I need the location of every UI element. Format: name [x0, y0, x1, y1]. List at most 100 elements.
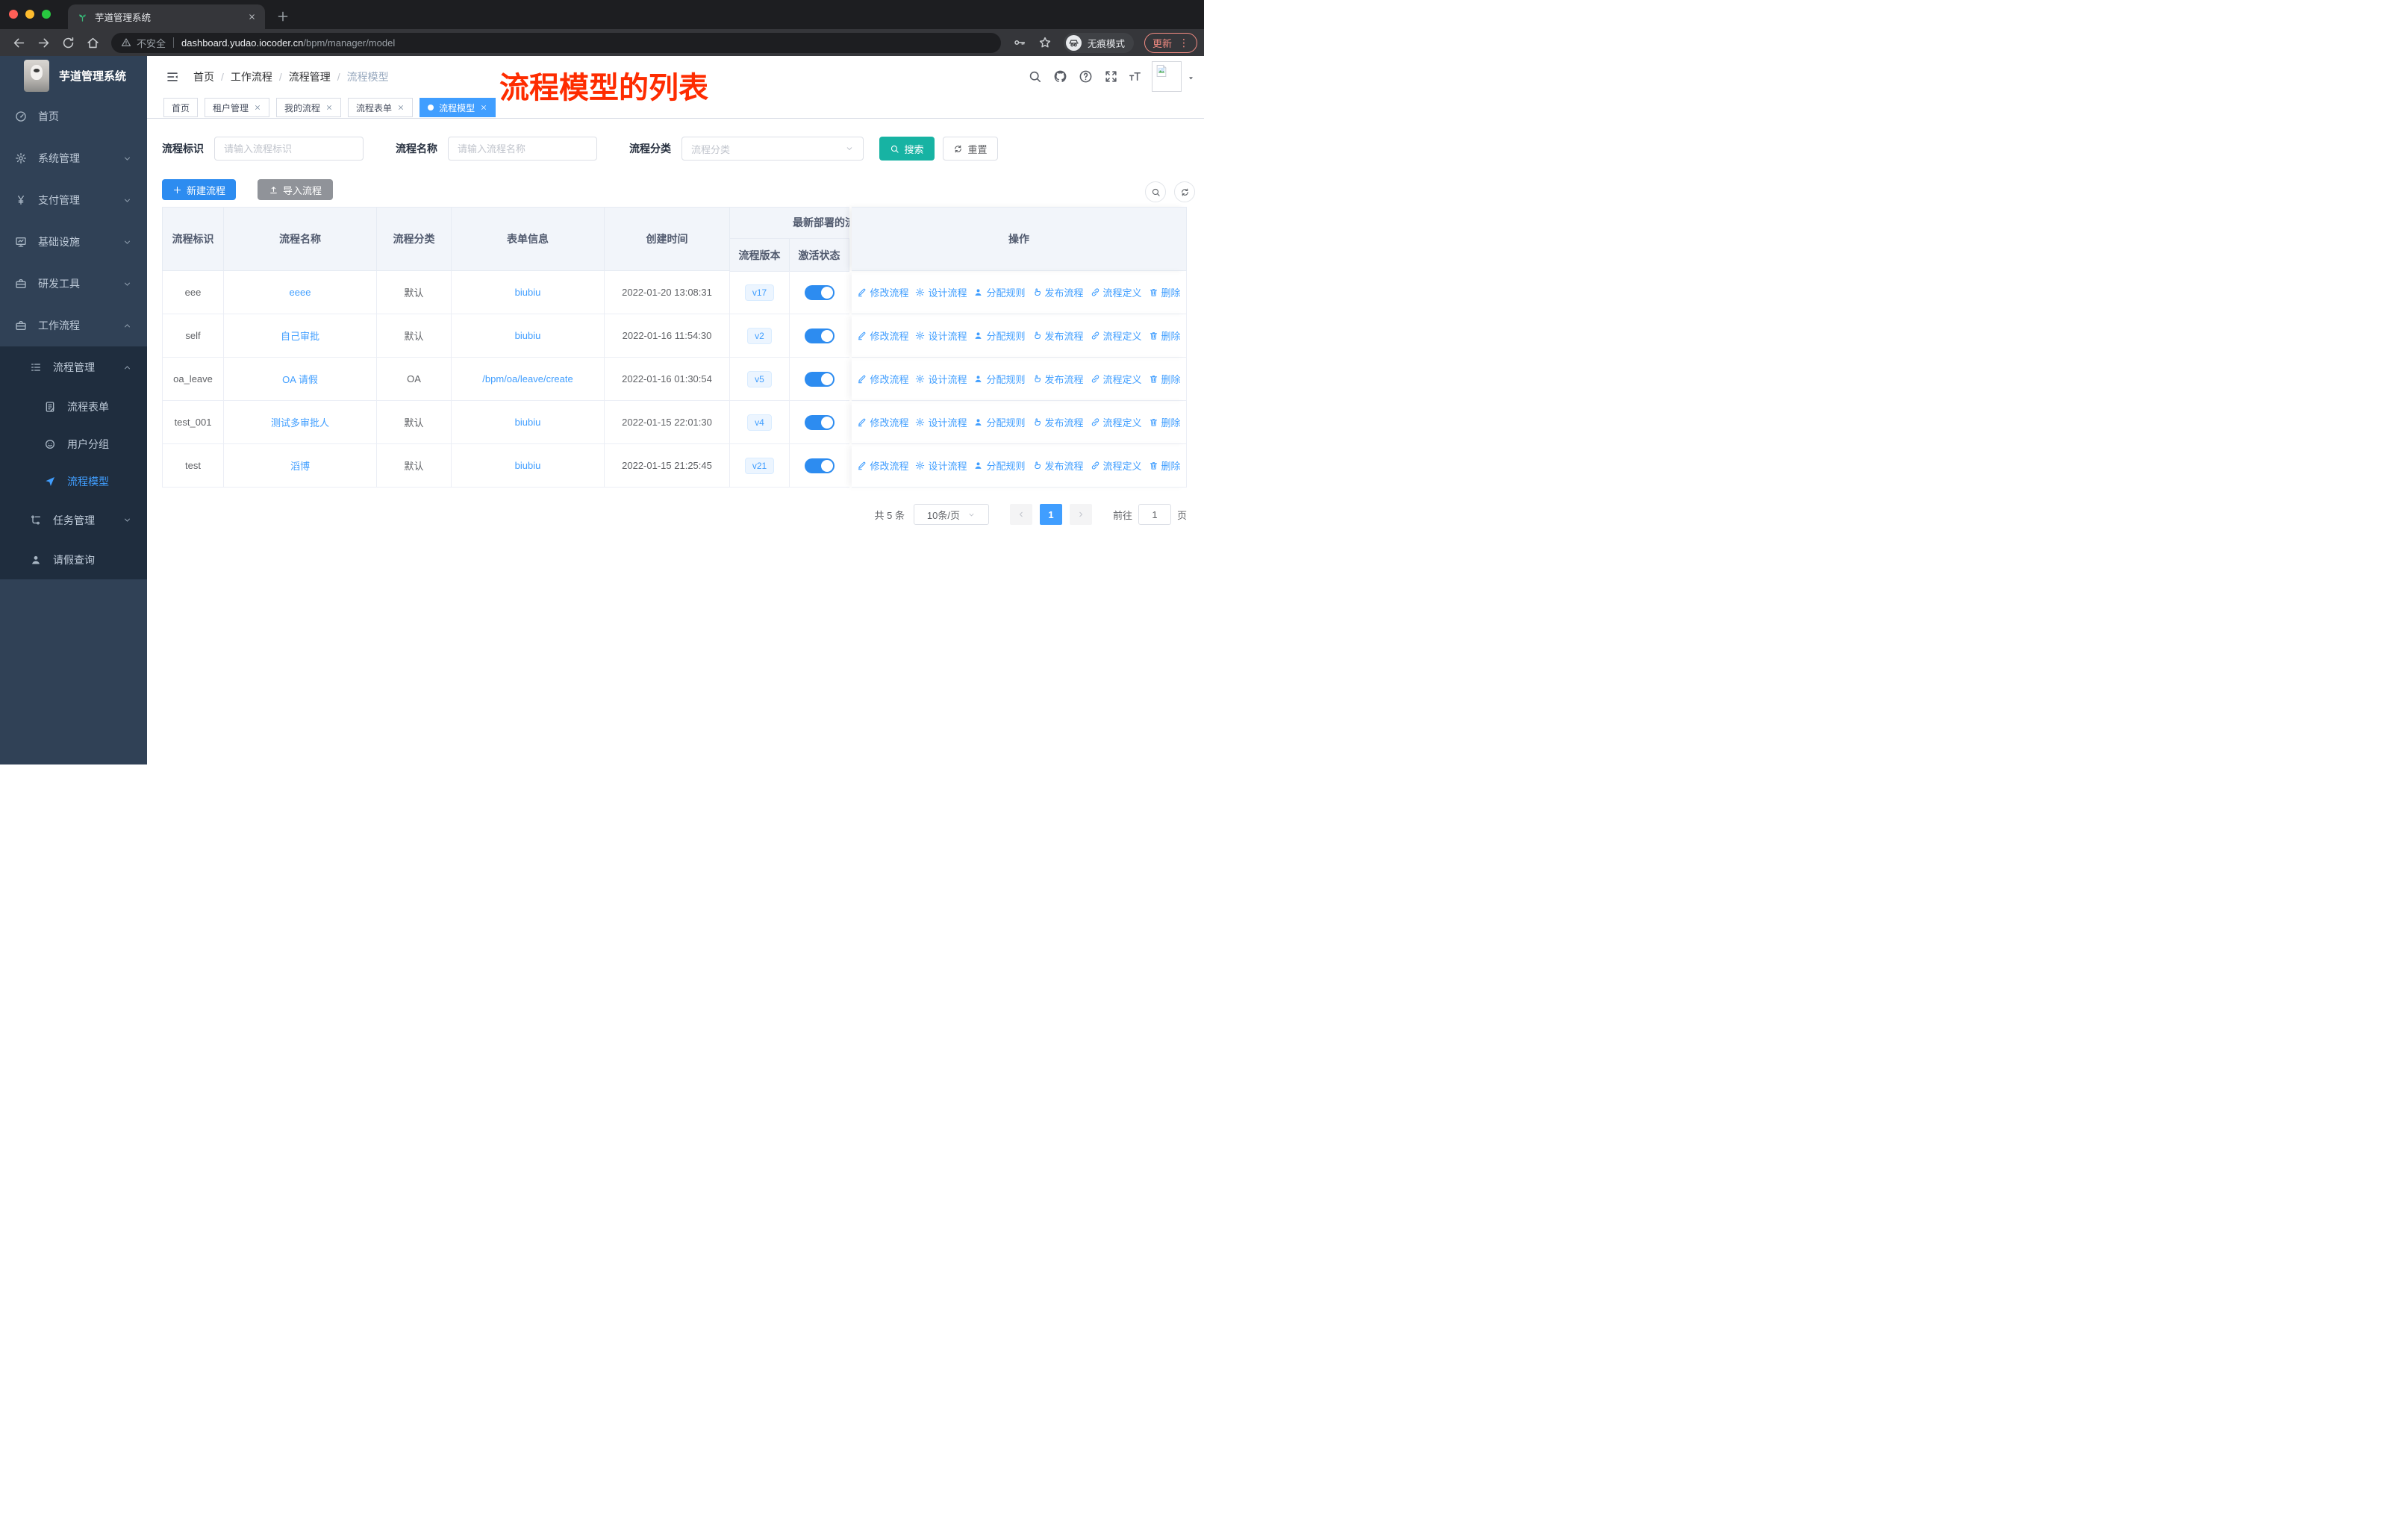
action-design-link[interactable]: 设计流程 [915, 415, 967, 429]
active-toggle[interactable] [805, 458, 835, 473]
action-edit-link[interactable]: 修改流程 [857, 458, 908, 473]
new-tab-button[interactable] [275, 8, 291, 25]
password-key-icon[interactable] [1013, 36, 1026, 49]
sidebar-item-process-model[interactable]: 流程模型 [0, 463, 147, 500]
action-design-link[interactable]: 设计流程 [915, 458, 967, 473]
browser-menu-icon[interactable]: ⋮ [1179, 37, 1189, 49]
form-info-link[interactable]: biubiu [515, 417, 541, 428]
action-publish-link[interactable]: 发布流程 [1032, 415, 1084, 429]
sidebar-item-task-mgmt[interactable]: 任务管理 [0, 500, 147, 540]
breadcrumb-home[interactable]: 首页 [193, 69, 214, 84]
sidebar-item-user-group[interactable]: 用户分组 [0, 426, 147, 463]
forward-icon[interactable] [37, 36, 51, 50]
sidebar-item-infra[interactable]: 基础设施 [0, 221, 147, 263]
font-size-icon[interactable] [1128, 69, 1142, 84]
window-controls[interactable] [9, 10, 51, 19]
minimize-window-button[interactable] [25, 10, 34, 19]
tab-process-form[interactable]: 流程表单 [348, 98, 414, 117]
prev-page-button[interactable] [1009, 504, 1032, 525]
close-icon[interactable] [254, 104, 261, 111]
zoom-window-button[interactable] [42, 10, 51, 19]
close-tab-icon[interactable] [248, 13, 256, 21]
tab-process-model[interactable]: 流程模型 [419, 98, 496, 117]
import-process-button[interactable]: 导入流程 [258, 179, 333, 200]
action-design-link[interactable]: 设计流程 [915, 328, 967, 343]
address-bar[interactable]: 不安全 dashboard.yudao.iocoder.cn/bpm/manag… [111, 32, 1001, 53]
next-page-button[interactable] [1069, 504, 1092, 525]
active-toggle[interactable] [805, 328, 835, 343]
action-definition-link[interactable]: 流程定义 [1091, 285, 1142, 299]
action-delete-link[interactable]: 删除 [1149, 458, 1181, 473]
close-icon[interactable] [325, 104, 333, 111]
action-assign-rule-link[interactable]: 分配规则 [973, 458, 1026, 473]
action-assign-rule-link[interactable]: 分配规则 [973, 415, 1026, 429]
tab-my-process[interactable]: 我的流程 [276, 98, 342, 117]
filter-name-input[interactable] [448, 137, 597, 161]
active-toggle[interactable] [805, 371, 835, 387]
collapse-sidebar-icon[interactable] [166, 70, 179, 84]
reset-button[interactable]: 重置 [943, 137, 998, 161]
sidebar-item-process-form[interactable]: 流程表单 [0, 388, 147, 426]
model-name-link[interactable]: OA 请假 [282, 372, 318, 386]
active-toggle[interactable] [805, 414, 835, 430]
sidebar-item-system[interactable]: 系统管理 [0, 137, 147, 179]
sidebar-item-workflow[interactable]: 工作流程 [0, 305, 147, 346]
tab-home[interactable]: 首页 [163, 98, 199, 117]
reload-icon[interactable] [61, 36, 75, 50]
breadcrumb-workflow[interactable]: 工作流程 [231, 69, 272, 84]
action-publish-link[interactable]: 发布流程 [1032, 328, 1084, 343]
action-edit-link[interactable]: 修改流程 [857, 372, 908, 386]
page-size-select[interactable]: 10条/页 [913, 504, 989, 525]
active-toggle[interactable] [805, 284, 835, 300]
browser-tab[interactable]: 芋道管理系统 [68, 4, 265, 29]
action-publish-link[interactable]: 发布流程 [1032, 372, 1084, 386]
sidebar-item-payment[interactable]: 支付管理 [0, 179, 147, 221]
filter-key-input[interactable] [214, 137, 364, 161]
form-info-link[interactable]: biubiu [515, 460, 541, 471]
model-name-link[interactable]: 滔博 [290, 458, 310, 473]
refresh-table-button[interactable] [1174, 181, 1195, 202]
user-avatar[interactable] [1152, 61, 1182, 92]
search-button[interactable]: 搜索 [879, 137, 935, 161]
model-name-link[interactable]: 测试多审批人 [271, 415, 329, 429]
sidebar-logo[interactable]: 芋道管理系统 [0, 56, 147, 96]
action-design-link[interactable]: 设计流程 [915, 372, 967, 386]
action-edit-link[interactable]: 修改流程 [857, 415, 908, 429]
filter-category-select[interactable]: 流程分类 [681, 137, 864, 161]
tab-tenant[interactable]: 租户管理 [205, 98, 270, 117]
page-number-button[interactable]: 1 [1039, 504, 1062, 525]
bookmark-star-icon[interactable] [1038, 36, 1052, 49]
caret-down-icon[interactable] [1187, 74, 1195, 82]
breadcrumb-process-mgmt[interactable]: 流程管理 [289, 69, 331, 84]
action-delete-link[interactable]: 删除 [1149, 415, 1181, 429]
model-name-link[interactable]: eeee [290, 287, 311, 298]
sidebar-item-process-mgmt[interactable]: 流程管理 [0, 346, 147, 388]
close-window-button[interactable] [9, 10, 18, 19]
action-publish-link[interactable]: 发布流程 [1032, 285, 1084, 299]
action-assign-rule-link[interactable]: 分配规则 [973, 285, 1026, 299]
help-icon[interactable] [1079, 69, 1093, 84]
home-icon[interactable] [86, 36, 100, 50]
form-info-link[interactable]: biubiu [515, 330, 541, 341]
search-icon[interactable] [1028, 69, 1042, 84]
action-edit-link[interactable]: 修改流程 [857, 328, 908, 343]
close-icon[interactable] [397, 104, 405, 111]
fullscreen-icon[interactable] [1104, 69, 1118, 84]
action-assign-rule-link[interactable]: 分配规则 [973, 328, 1026, 343]
chrome-update-button[interactable]: 更新 ⋮ [1144, 32, 1197, 53]
goto-page-input[interactable] [1138, 504, 1171, 525]
action-design-link[interactable]: 设计流程 [915, 285, 967, 299]
action-definition-link[interactable]: 流程定义 [1091, 458, 1142, 473]
sidebar-item-home[interactable]: 首页 [0, 96, 147, 137]
action-delete-link[interactable]: 删除 [1149, 285, 1181, 299]
show-search-button[interactable] [1145, 181, 1166, 202]
action-definition-link[interactable]: 流程定义 [1091, 328, 1142, 343]
back-icon[interactable] [12, 36, 26, 50]
model-name-link[interactable]: 自己审批 [281, 328, 319, 343]
action-delete-link[interactable]: 删除 [1149, 372, 1181, 386]
action-delete-link[interactable]: 删除 [1149, 328, 1181, 343]
close-icon[interactable] [480, 104, 487, 111]
create-process-button[interactable]: 新建流程 [162, 179, 236, 200]
action-definition-link[interactable]: 流程定义 [1091, 372, 1142, 386]
form-info-link[interactable]: /bpm/oa/leave/create [482, 373, 573, 384]
